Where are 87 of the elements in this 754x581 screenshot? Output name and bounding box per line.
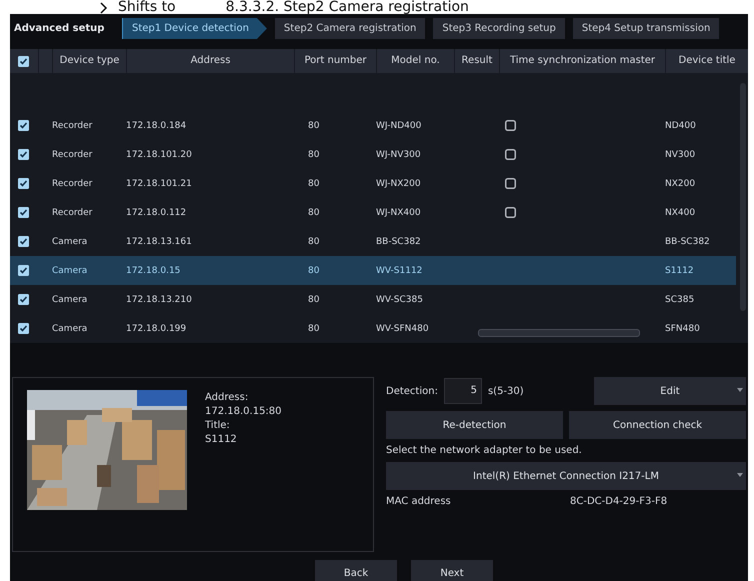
table-cell-text: NX400 bbox=[665, 208, 696, 218]
table-cell-text: 172.18.0.15 bbox=[126, 266, 182, 276]
column-header[interactable]: Device title bbox=[665, 49, 748, 73]
table-cell-text: Recorder bbox=[52, 178, 94, 188]
table-cell-text: WV-S1112 bbox=[376, 266, 424, 276]
redetection-button[interactable]: Re-detection bbox=[386, 411, 563, 439]
nav-button[interactable]: Next bbox=[411, 560, 493, 581]
nav-button[interactable]: Back bbox=[315, 560, 397, 581]
checkbox[interactable] bbox=[18, 294, 29, 305]
table-cell-text: 80 bbox=[307, 236, 320, 246]
table-cell-text: 80 bbox=[307, 150, 320, 160]
table-cell-text: 80 bbox=[307, 294, 320, 304]
app-title: Advanced setup bbox=[14, 23, 106, 34]
table-cell-text: SFN480 bbox=[665, 324, 701, 334]
adapter-dropdown[interactable]: Intel(R) Ethernet Connection I217-LM bbox=[386, 462, 746, 490]
input-field[interactable]: 5 bbox=[444, 378, 482, 404]
table-cell-text: Camera bbox=[52, 266, 88, 276]
field-label: Title: bbox=[205, 420, 231, 431]
table-cell-text: Camera bbox=[52, 324, 88, 334]
table-cell-text: SC385 bbox=[665, 294, 696, 304]
checkbox[interactable] bbox=[18, 178, 29, 189]
table-cell-text: BB-SC382 bbox=[665, 236, 711, 246]
step-tab[interactable]: Step4 Setup transmission bbox=[572, 18, 720, 39]
table-cell-text: NX200 bbox=[665, 178, 696, 188]
field-label: MAC address bbox=[386, 496, 452, 509]
table-cell-text: 172.18.101.20 bbox=[126, 150, 193, 160]
step-tab[interactable]: Step1 Device detection bbox=[122, 18, 267, 39]
range-hint: s(5-30) bbox=[488, 386, 525, 396]
checkbox[interactable] bbox=[18, 323, 29, 334]
table-cell-text: WV-SC385 bbox=[376, 294, 424, 304]
table-cell-text: 172.18.101.21 bbox=[126, 178, 193, 188]
address-value: 172.18.0.15:80 bbox=[205, 406, 282, 417]
title-value: S1112 bbox=[205, 434, 238, 445]
table-cell-text: 80 bbox=[307, 178, 320, 188]
mac-value: 8C-DC-D4-29-F3-F8 bbox=[570, 496, 668, 509]
column-header[interactable]: Device type bbox=[52, 49, 126, 73]
table-cell-text: 172.18.13.161 bbox=[126, 236, 193, 246]
checkbox[interactable] bbox=[18, 149, 29, 160]
table-cell-text: 172.18.0.112 bbox=[126, 208, 188, 218]
column-header[interactable]: Time synchronization master bbox=[499, 49, 665, 73]
table-cell-text: Recorder bbox=[52, 208, 94, 218]
table-cell-text: WJ-ND400 bbox=[376, 120, 422, 130]
caret-icon bbox=[737, 473, 743, 477]
column-header[interactable]: Port number bbox=[294, 49, 376, 73]
table-cell-text: WJ-NV300 bbox=[376, 150, 422, 160]
table-cell-text: S1112 bbox=[665, 266, 695, 276]
checkbox[interactable] bbox=[18, 265, 29, 276]
column-header[interactable]: Address bbox=[126, 49, 294, 73]
checkbox[interactable] bbox=[18, 236, 29, 247]
section-link[interactable]: 8.3.3.2. Step2 Camera registration bbox=[226, 0, 469, 14]
table-cell-text: Recorder bbox=[52, 120, 94, 130]
breadcrumb-text: Shifts to bbox=[118, 0, 176, 14]
table-cell-text: 172.18.0.199 bbox=[126, 324, 188, 334]
table-cell-text: 80 bbox=[307, 266, 320, 276]
table-cell-text: ND400 bbox=[665, 120, 697, 130]
table-cell-text: Camera bbox=[52, 294, 88, 304]
table-cell-text: WJ-NX200 bbox=[376, 178, 422, 188]
column-header[interactable]: Result bbox=[454, 49, 499, 73]
checkbox[interactable] bbox=[18, 207, 29, 218]
table-cell-text: BB-SC382 bbox=[376, 236, 422, 246]
table-cell-text: 80 bbox=[307, 324, 320, 334]
checkbox[interactable] bbox=[505, 207, 516, 218]
field-label: Detection: bbox=[386, 386, 438, 396]
checkbox[interactable] bbox=[18, 120, 29, 131]
table-cell-text: WV-SFN480 bbox=[376, 324, 430, 334]
adapter-prompt: Select the network adapter to be used. bbox=[386, 445, 583, 456]
field-label: Address: bbox=[205, 392, 250, 403]
table-cell-text: Recorder bbox=[52, 150, 94, 160]
edit-dropdown[interactable]: Edit bbox=[594, 377, 746, 405]
table-cell-text: 172.18.0.184 bbox=[126, 120, 188, 130]
column-header[interactable]: Model no. bbox=[376, 49, 454, 73]
table-cell-text: Camera bbox=[52, 236, 88, 246]
scrollbar[interactable] bbox=[478, 329, 640, 337]
connection-check-button[interactable]: Connection check bbox=[569, 411, 746, 439]
checkbox[interactable] bbox=[18, 56, 29, 66]
table-cell-text: 80 bbox=[307, 208, 320, 218]
table-cell-text: NV300 bbox=[665, 150, 696, 160]
checkbox[interactable] bbox=[505, 149, 516, 160]
table-cell-text: 80 bbox=[307, 120, 320, 130]
table-cell-text: WJ-NX400 bbox=[376, 208, 422, 218]
step-tab[interactable]: Step2 Camera registration bbox=[274, 18, 426, 39]
table-cell-text: 172.18.13.210 bbox=[126, 294, 193, 304]
checkbox[interactable] bbox=[505, 120, 516, 131]
caret-icon bbox=[737, 388, 743, 392]
checkbox[interactable] bbox=[505, 178, 516, 189]
step-tab[interactable]: Step3 Recording setup bbox=[433, 18, 565, 39]
table-row[interactable]: Camera 172.18.0.15 80 WV-S1112 S1112 bbox=[10, 256, 736, 285]
